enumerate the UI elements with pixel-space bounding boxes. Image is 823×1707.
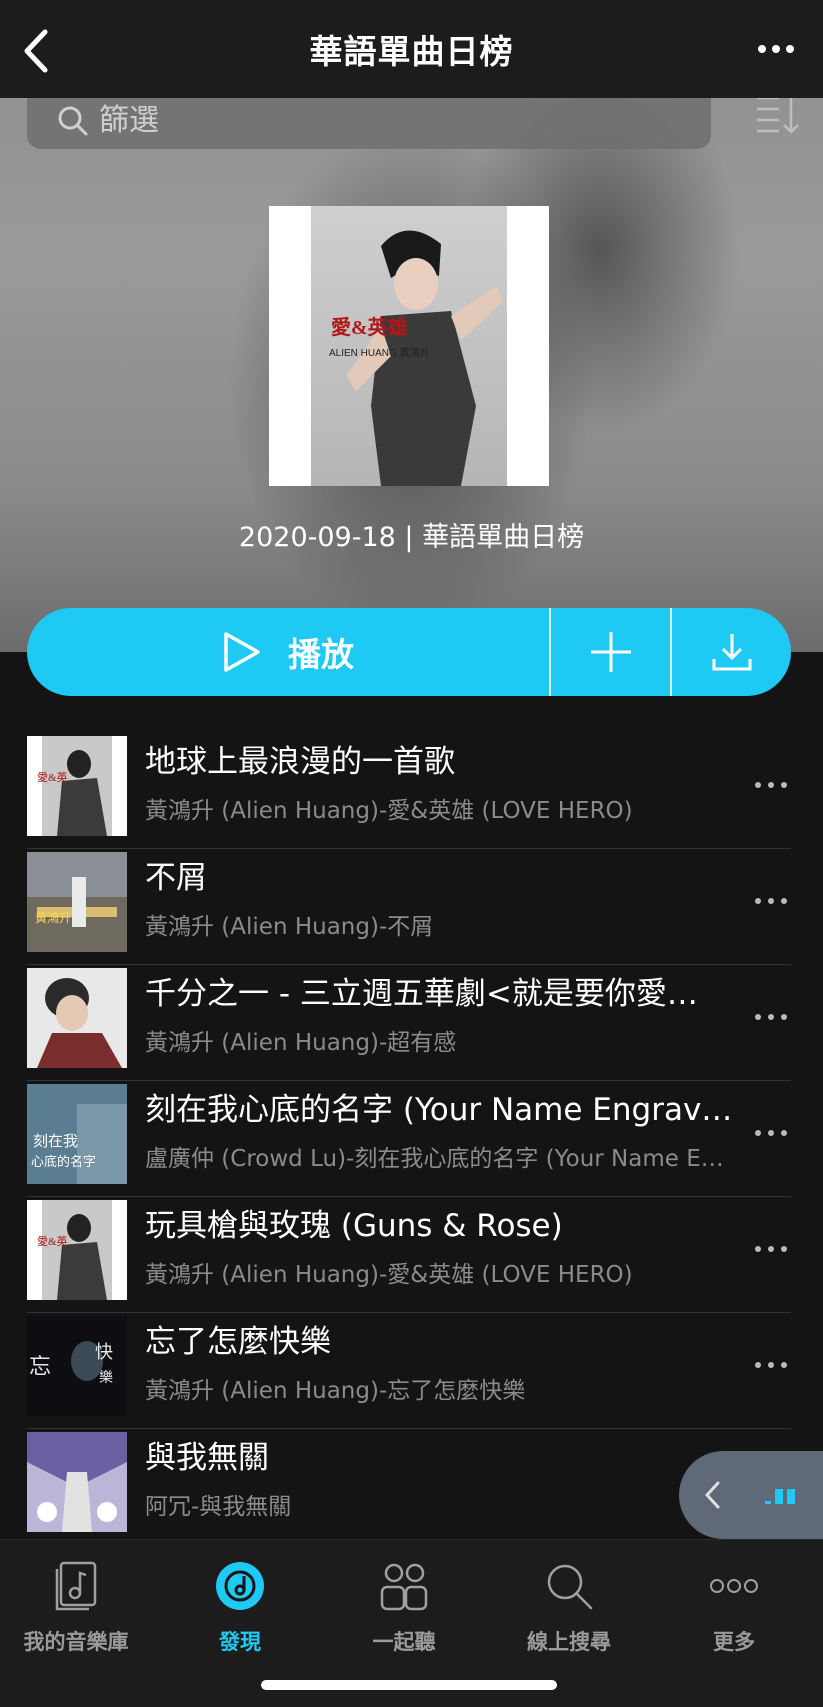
song-row[interactable]: 愛&英 地球上最浪漫的一首歌 黃鴻升 (Alien Huang)-愛&英雄 (L… — [27, 733, 791, 849]
svg-text:黃鴻升: 黃鴻升 — [35, 911, 71, 925]
more-icon — [710, 1579, 758, 1593]
song-list: 愛&英 地球上最浪漫的一首歌 黃鴻升 (Alien Huang)-愛&英雄 (L… — [27, 733, 791, 1545]
song-thumbnail: 愛&英 — [27, 736, 127, 836]
chevron-left-icon — [24, 29, 48, 73]
nav-item-discover[interactable]: 發現 — [170, 1558, 310, 1656]
song-thumbnail — [27, 968, 127, 1068]
download-icon — [712, 634, 751, 671]
now-playing-bars-icon — [765, 1489, 795, 1504]
sort-button[interactable] — [755, 92, 801, 136]
ellipsis-icon[interactable] — [751, 1121, 791, 1145]
song-title: 地球上最浪漫的一首歌 — [145, 744, 455, 780]
song-row[interactable]: 忘 快 樂 忘了怎麼快樂 黃鴻升 (Alien Huang)-忘了怎麼快樂 — [27, 1313, 791, 1429]
song-artist-album: 盧廣仲 (Crowd Lu)-刻在我心底的名字 (Your Name E… — [145, 1146, 724, 1172]
svg-text:忘: 忘 — [29, 1354, 51, 1379]
ellipsis-icon[interactable] — [751, 889, 791, 913]
nav-label: 一起聽 — [372, 1630, 436, 1654]
nav-item-more[interactable]: 更多 — [664, 1558, 804, 1656]
ellipsis-icon — [758, 45, 794, 53]
svg-text:愛&英: 愛&英 — [37, 1234, 68, 1248]
song-title: 刻在我心底的名字 (Your Name Engrave… — [145, 1092, 735, 1128]
song-thumbnail — [27, 1432, 127, 1532]
song-artist-album: 黃鴻升 (Alien Huang)-愛&英雄 (LOVE HERO) — [145, 1262, 633, 1288]
nav-item-online-search[interactable]: 線上搜尋 — [499, 1558, 639, 1656]
back-button[interactable] — [14, 26, 60, 76]
play-all-button[interactable]: 播放 — [27, 608, 551, 696]
ellipsis-icon[interactable] — [751, 1353, 791, 1377]
sort-icon — [757, 96, 799, 134]
svg-text:刻在我: 刻在我 — [33, 1133, 78, 1150]
nav-item-library[interactable]: 我的音樂庫 — [6, 1558, 146, 1656]
mini-player-toggle[interactable] — [679, 1451, 823, 1539]
download-button[interactable] — [672, 608, 791, 696]
search-icon — [58, 106, 88, 135]
svg-text:樂: 樂 — [99, 1369, 113, 1386]
song-artist-album: 黃鴻升 (Alien Huang)-超有感 — [145, 1030, 457, 1056]
music-library-icon — [55, 1561, 97, 1611]
plus-icon — [590, 632, 631, 672]
home-indicator — [261, 1680, 557, 1690]
song-title: 與我無關 — [145, 1440, 269, 1476]
ellipsis-icon[interactable] — [751, 1237, 791, 1261]
song-row[interactable]: 刻在我 心底的名字 刻在我心底的名字 (Your Name Engrave… 盧… — [27, 1081, 791, 1197]
more-options-button[interactable] — [751, 34, 801, 64]
discover-icon — [216, 1562, 264, 1610]
song-artist-album: 黃鴻升 (Alien Huang)-忘了怎麼快樂 — [145, 1378, 526, 1404]
filter-input[interactable] — [99, 103, 499, 138]
song-artist-album: 阿冗-與我無關 — [145, 1494, 292, 1520]
playlist-date-subtitle: 2020-09-18 | 華語單曲日榜 — [238, 522, 585, 553]
play-icon — [224, 632, 260, 672]
svg-text:愛&英: 愛&英 — [37, 770, 68, 784]
playlist-cover-image: 愛&英雄 ALIEN HUANG 黃鴻升 — [269, 206, 549, 486]
song-row[interactable]: 與我無關 阿冗-與我無關 — [27, 1429, 791, 1545]
ellipsis-icon[interactable] — [751, 773, 791, 797]
song-title: 忘了怎麼快樂 — [145, 1324, 331, 1360]
svg-text:ALIEN HUANG 黃鴻升: ALIEN HUANG 黃鴻升 — [329, 346, 430, 359]
chevron-left-icon — [704, 1481, 720, 1509]
nav-item-listen-together[interactable]: 一起聽 — [334, 1558, 474, 1656]
song-row[interactable]: 千分之一 - 三立週五華劇<就是要你愛… 黃鴻升 (Alien Huang)-超… — [27, 965, 791, 1081]
listen-together-icon — [380, 1563, 428, 1611]
song-artist-album: 黃鴻升 (Alien Huang)-不屑 — [145, 914, 434, 940]
nav-label: 我的音樂庫 — [23, 1630, 129, 1654]
song-title: 不屑 — [145, 860, 207, 896]
svg-text:心底的名字: 心底的名字 — [31, 1154, 96, 1169]
song-artist-album: 黃鴻升 (Alien Huang)-愛&英雄 (LOVE HERO) — [145, 798, 633, 824]
nav-label: 發現 — [219, 1630, 261, 1654]
song-row[interactable]: 黃鴻升 不屑 黃鴻升 (Alien Huang)-不屑 — [27, 849, 791, 965]
song-thumbnail: 刻在我 心底的名字 — [27, 1084, 127, 1184]
song-thumbnail: 黃鴻升 — [27, 852, 127, 952]
play-label: 播放 — [288, 635, 354, 674]
ellipsis-icon[interactable] — [751, 1005, 791, 1029]
svg-text:快: 快 — [95, 1342, 113, 1362]
song-row[interactable]: 愛&英 玩具槍與玫瑰 (Guns & Rose) 黃鴻升 (Alien Huan… — [27, 1197, 791, 1313]
song-title: 玩具槍與玫瑰 (Guns & Rose) — [145, 1208, 563, 1244]
playlist-action-bar: 播放 — [27, 608, 791, 696]
song-thumbnail: 忘 快 樂 — [27, 1316, 127, 1416]
song-thumbnail: 愛&英 — [27, 1200, 127, 1300]
page-title: 華語單曲日榜 — [309, 32, 514, 71]
nav-label: 線上搜尋 — [527, 1630, 611, 1654]
svg-text:愛&英雄: 愛&英雄 — [331, 315, 408, 339]
song-title: 千分之一 - 三立週五華劇<就是要你愛… — [145, 976, 698, 1012]
search-icon — [547, 1564, 593, 1610]
add-to-playlist-button[interactable] — [551, 608, 672, 696]
nav-label: 更多 — [713, 1630, 755, 1654]
top-bar: 華語單曲日榜 — [0, 0, 823, 98]
